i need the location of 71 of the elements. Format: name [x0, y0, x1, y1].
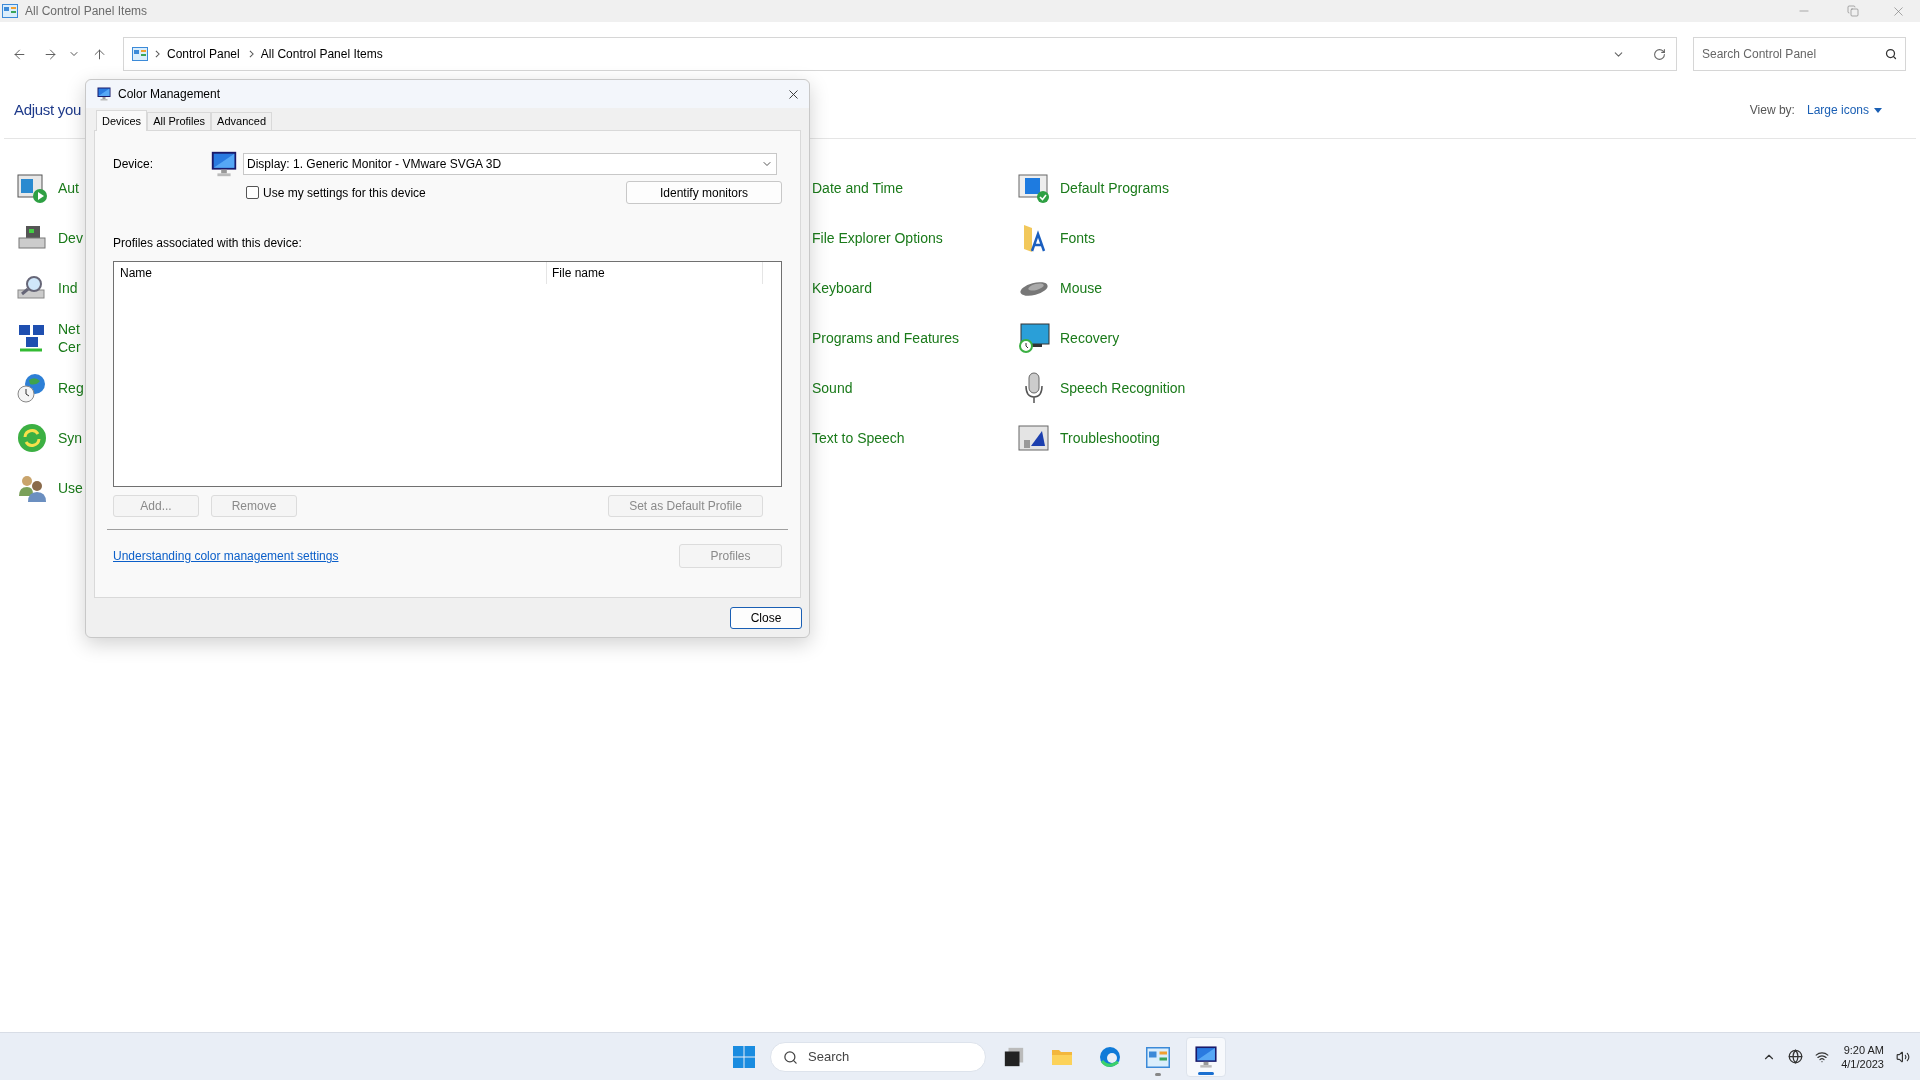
- device-label: Device:: [113, 156, 154, 173]
- checkbox-label[interactable]: Use my settings for this device: [263, 183, 426, 202]
- control-panel-item-link[interactable]: Default Programs: [1060, 179, 1169, 197]
- checkbox[interactable]: [246, 186, 259, 199]
- window-check-icon: [1018, 172, 1050, 204]
- search-field[interactable]: Search Control Panel: [1693, 37, 1906, 71]
- back-icon[interactable]: [12, 46, 27, 62]
- device-dropdown[interactable]: Display: 1. Generic Monitor - VMware SVGA 3D: [243, 153, 777, 175]
- control-panel-item-link[interactable]: Programs and Features: [812, 329, 960, 347]
- monitor-clock-icon: [1018, 322, 1050, 354]
- help-link[interactable]: Understanding color management settings: [113, 547, 339, 565]
- globe-icon[interactable]: [1788, 1049, 1804, 1064]
- control-panel-item-link[interactable]: Reg: [58, 379, 84, 397]
- dialog-tab[interactable]: Devices: [96, 110, 148, 131]
- control-panel-item-link[interactable]: Ind: [58, 279, 78, 297]
- profiles-list[interactable]: Name File name: [113, 261, 782, 487]
- control-panel-item-link[interactable]: Dev: [58, 229, 83, 247]
- control-panel-item-link[interactable]: Aut: [58, 179, 79, 197]
- control-panel-item-link[interactable]: Recovery: [1060, 329, 1120, 347]
- globe-clock-icon: [16, 372, 48, 404]
- control-panel-icon: [2, 4, 18, 18]
- profiles-label: Profiles associated with this device:: [113, 235, 303, 252]
- control-panel-item-link[interactable]: Sound: [812, 379, 853, 397]
- search-icon: [1885, 48, 1897, 60]
- column-header[interactable]: Name: [114, 262, 547, 284]
- start-icon[interactable]: [732, 1045, 756, 1069]
- control-panel-item-link[interactable]: Fonts: [1060, 229, 1095, 247]
- caret-icon: [1874, 107, 1882, 113]
- identify-monitors-button[interactable]: Identify monitors: [626, 181, 782, 204]
- monitor-icon: [1193, 1044, 1219, 1070]
- control-panel-item-link[interactable]: Mouse: [1060, 279, 1103, 297]
- troubleshooting-icon: [1018, 422, 1050, 454]
- control-panel-item-link[interactable]: Text to Speech: [812, 429, 905, 447]
- clock-time[interactable]: 9:20 AM: [1843, 1042, 1884, 1057]
- control-panel-item-link[interactable]: Date and Time: [812, 179, 904, 197]
- dialog-tab[interactable]: Advanced: [211, 112, 273, 130]
- control-panel-item-link[interactable]: Net: [58, 320, 81, 338]
- control-panel-item-link[interactable]: File Explorer Options: [812, 229, 943, 247]
- window-play-icon: [16, 172, 48, 204]
- network-icon[interactable]: [1815, 1049, 1830, 1064]
- color-app[interactable]: [1186, 1037, 1226, 1077]
- column-header[interactable]: File name: [547, 262, 763, 284]
- breadcrumb[interactable]: Control Panel: [167, 45, 240, 63]
- control-panel-item-link[interactable]: Troubleshooting: [1060, 429, 1160, 447]
- chevron-icon: [248, 50, 254, 58]
- view-by-dropdown[interactable]: Large icons: [1806, 101, 1882, 119]
- forward-icon[interactable]: [43, 46, 58, 62]
- monitor-icon: [209, 149, 239, 179]
- monitor-icon: [96, 86, 112, 102]
- dialog-tab[interactable]: All Profiles: [147, 112, 212, 130]
- dialog-title: Color Management: [118, 86, 221, 103]
- chevron-icon: [155, 50, 160, 58]
- sync-icon: [16, 422, 48, 454]
- control-panel-item-link[interactable]: Keyboard: [812, 279, 872, 297]
- clock-date[interactable]: 4/1/2023: [1841, 1056, 1884, 1071]
- search-icon: [783, 1049, 798, 1065]
- breadcrumb[interactable]: All Control Panel Items: [260, 45, 383, 63]
- up-icon[interactable]: [92, 46, 107, 62]
- page-heading: Adjust you: [14, 99, 82, 120]
- address-bar[interactable]: Control Panel All Control Panel Items: [123, 37, 1677, 71]
- window-title: All Control Panel Items: [25, 3, 148, 20]
- control-panel-item-link[interactable]: Syn: [58, 429, 83, 447]
- refresh-icon[interactable]: [1653, 47, 1666, 61]
- control-panel-icon: [1146, 1046, 1170, 1068]
- close-button[interactable]: Close: [730, 607, 802, 629]
- control-panel-item-link[interactable]: Use: [58, 479, 83, 497]
- view-by-label: View by:: [1749, 102, 1795, 119]
- control-panel-icon: [132, 47, 148, 61]
- control-panel-item-link[interactable]: Speech Recognition: [1060, 379, 1186, 397]
- control-panel-item-link[interactable]: Cer: [58, 338, 81, 356]
- taskbar-search-field[interactable]: Search: [770, 1042, 986, 1072]
